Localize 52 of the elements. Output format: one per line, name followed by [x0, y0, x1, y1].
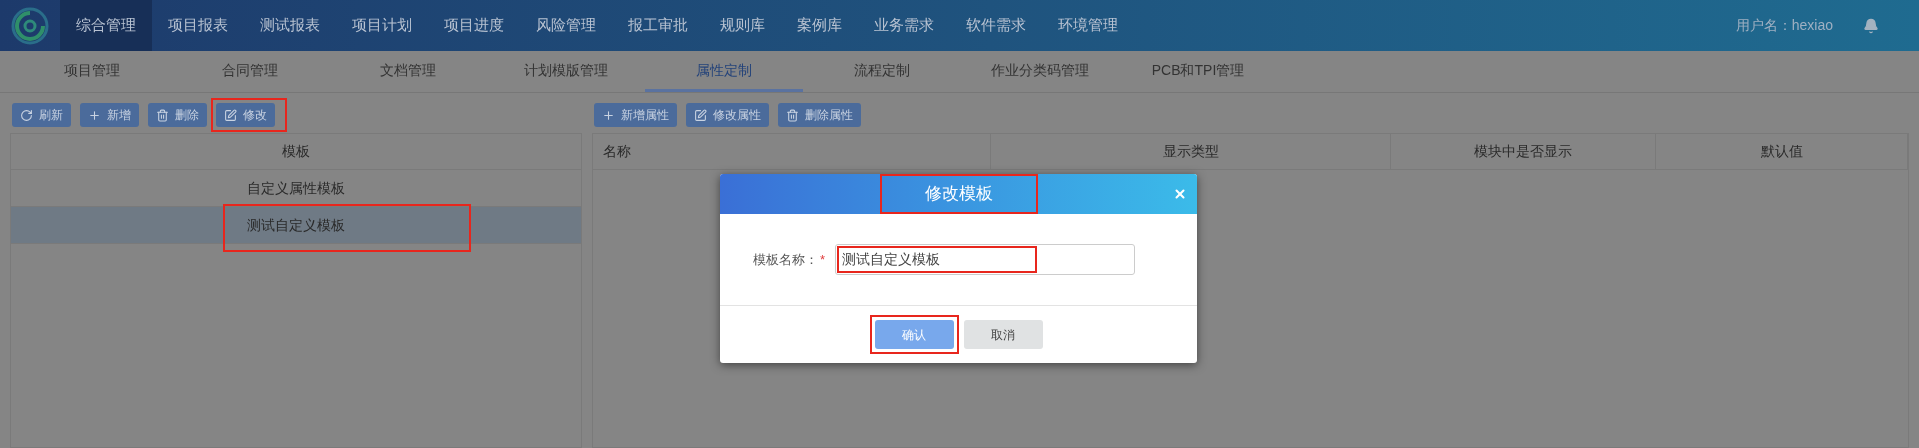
bell-icon[interactable]: [1863, 17, 1879, 34]
nav-tab[interactable]: 项目报表: [152, 0, 244, 51]
plus-icon: [602, 108, 615, 122]
toolbar-button[interactable]: 修改属性: [686, 103, 769, 127]
username-label: 用户名：hexiao: [1735, 16, 1833, 35]
confirm-button[interactable]: 确认: [874, 320, 954, 349]
refresh-icon: [20, 108, 33, 122]
cancel-button[interactable]: 取消: [963, 320, 1043, 349]
sub-tab[interactable]: 文档管理: [329, 51, 487, 92]
nav-tab[interactable]: 业务需求: [858, 0, 950, 51]
trash-icon: [156, 108, 169, 122]
sub-tab[interactable]: PCB和TPI管理: [1119, 51, 1277, 92]
dialog-title: 修改模板: [924, 184, 993, 204]
nav-tab[interactable]: 案例库: [781, 0, 858, 51]
nav-tab[interactable]: 报工审批: [612, 0, 704, 51]
nav-tab[interactable]: 综合管理: [60, 0, 152, 51]
nav-tab[interactable]: 项目计划: [336, 0, 428, 51]
toolbar-button[interactable]: 新增属性: [594, 103, 677, 127]
nav-tab[interactable]: 测试报表: [244, 0, 336, 51]
nav-tab[interactable]: 软件需求: [950, 0, 1042, 51]
toolbar-button[interactable]: 删除: [148, 103, 207, 127]
trash-icon: [786, 108, 799, 122]
sub-tab[interactable]: 项目管理: [13, 51, 171, 92]
toolbar-button[interactable]: 刷新: [12, 103, 71, 127]
column-header: 默认值: [1656, 134, 1908, 169]
column-header: 显示类型: [991, 134, 1391, 169]
nav-tab[interactable]: 环境管理: [1042, 0, 1134, 51]
toolbar-button[interactable]: 删除属性: [778, 103, 861, 127]
edit-icon: [224, 108, 237, 122]
close-icon[interactable]: [1173, 187, 1187, 201]
toolbar-button[interactable]: 新增: [80, 103, 139, 127]
template-name: 自定义属性模板: [247, 178, 345, 198]
field-label: 模板名称：: [753, 250, 818, 269]
nav-tab[interactable]: 项目进度: [428, 0, 520, 51]
sub-tab[interactable]: 合同管理: [171, 51, 329, 92]
sub-tab[interactable]: 计划模版管理: [487, 51, 645, 92]
column-header: 模板: [11, 134, 581, 170]
sub-tab[interactable]: 流程定制: [803, 51, 961, 92]
logo-icon: [11, 6, 49, 45]
template-name: 测试自定义模板: [247, 215, 345, 235]
column-header: 名称: [593, 134, 991, 169]
nav-tab[interactable]: 风险管理: [520, 0, 612, 51]
required-mark: *: [820, 250, 826, 269]
column-header: 模块中是否显示: [1391, 134, 1656, 169]
template-row[interactable]: 测试自定义模板: [11, 207, 581, 244]
plus-icon: [88, 108, 101, 122]
nav-tab[interactable]: 规则库: [704, 0, 781, 51]
sub-tab[interactable]: 属性定制: [645, 51, 803, 92]
sub-tab[interactable]: 作业分类码管理: [961, 51, 1119, 92]
edit-icon: [694, 108, 707, 122]
template-name-field[interactable]: 测试自定义模板: [835, 244, 1136, 275]
toolbar-button[interactable]: 修改: [216, 103, 275, 127]
